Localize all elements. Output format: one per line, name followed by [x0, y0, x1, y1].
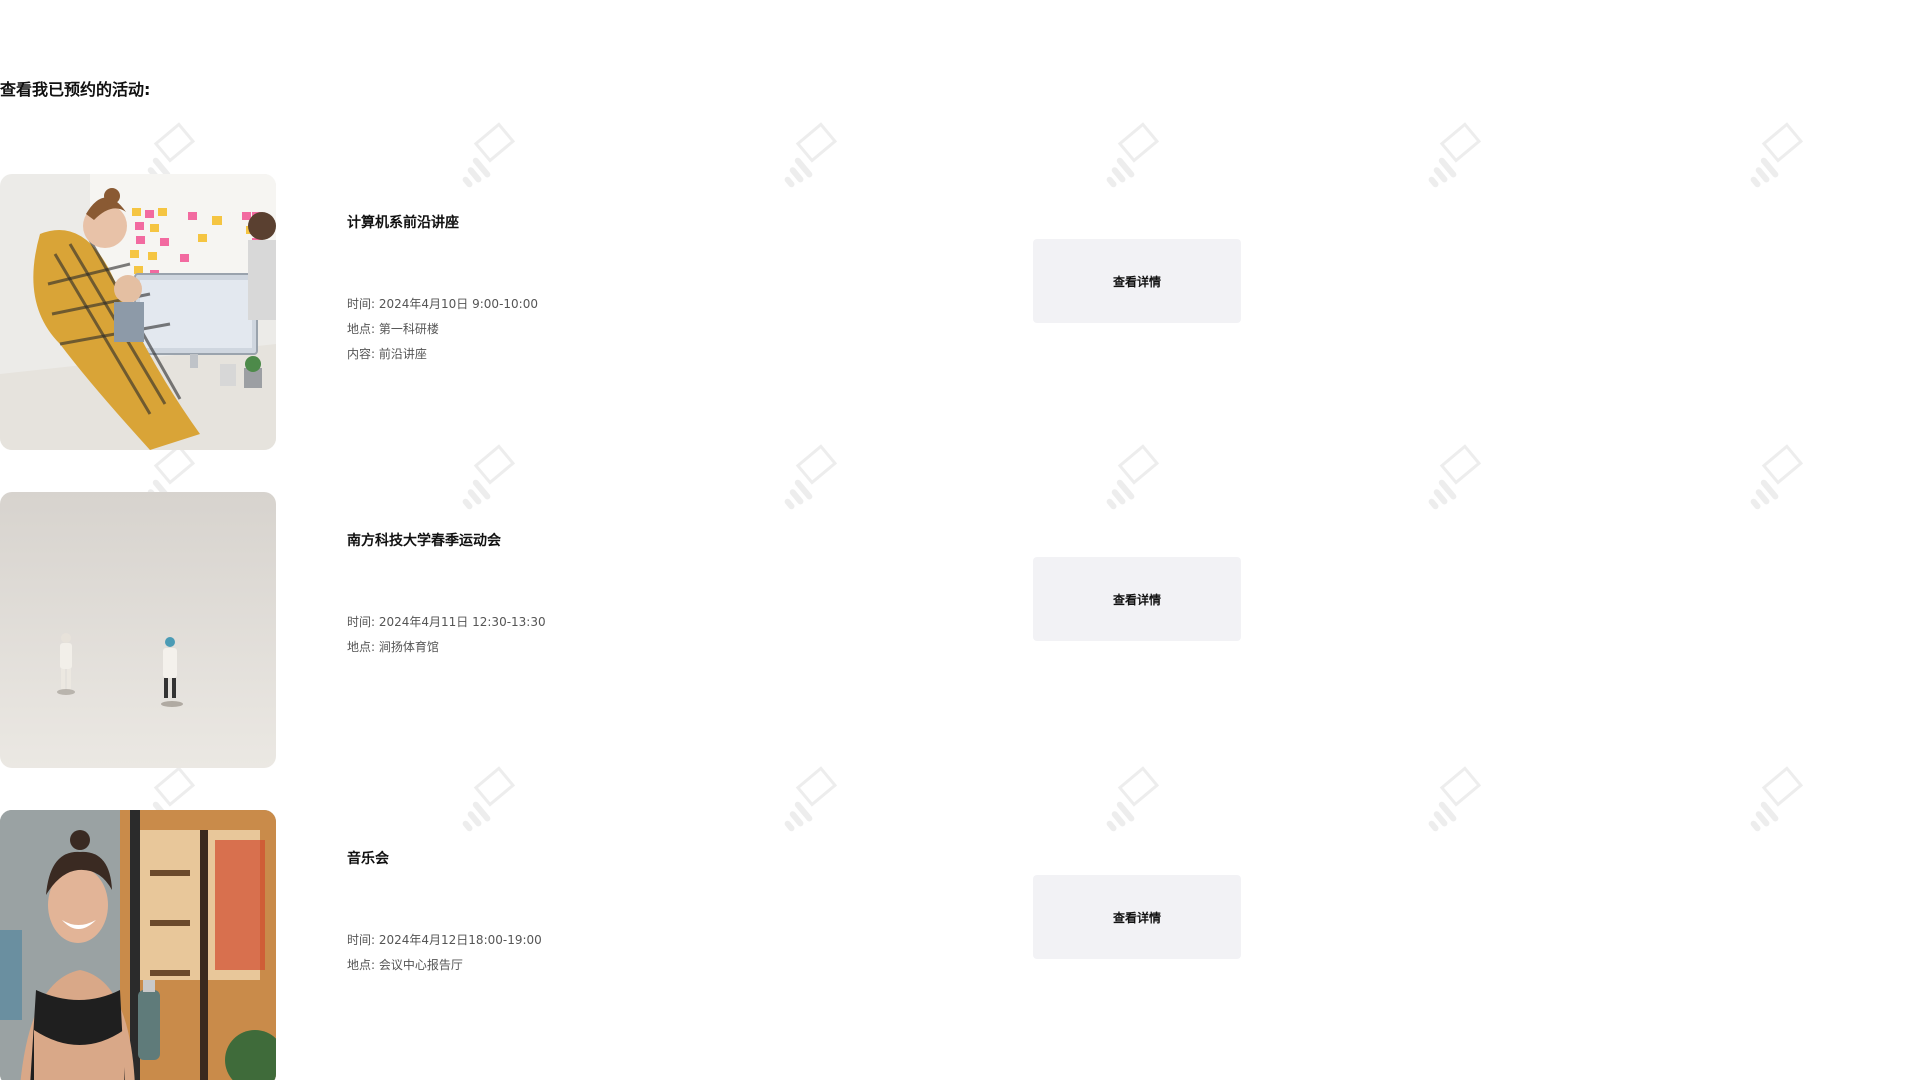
event-image	[0, 492, 276, 768]
event-time: 时间: 2024年4月12日18:00-19:00	[347, 933, 542, 947]
page-title: 查看我已预约的活动:	[0, 80, 151, 99]
page: 查看我已预约的活动: 计算机系前沿讲座 时间: 2024年4月10日 9:00-…	[0, 0, 1920, 1080]
event-content: 内容: 前沿讲座	[347, 347, 427, 361]
event-photo-office	[0, 174, 276, 450]
event-photo-woman	[0, 810, 276, 1080]
view-details-button[interactable]: 查看详情	[1033, 557, 1241, 641]
event-card: 音乐会 时间: 2024年4月12日18:00-19:00 地点: 会议中心报告…	[0, 810, 1300, 1080]
event-location: 地点: 涧扬体育馆	[347, 640, 439, 654]
event-meta: 时间: 2024年4月10日 9:00-10:00 地点: 第一科研楼 内容: …	[347, 292, 538, 367]
event-image	[0, 810, 276, 1080]
event-location: 地点: 第一科研楼	[347, 322, 439, 336]
watermark-mark	[1750, 122, 1804, 188]
event-time: 时间: 2024年4月11日 12:30-13:30	[347, 615, 546, 629]
event-title: 南方科技大学春季运动会	[347, 533, 501, 549]
watermark-mark	[1428, 444, 1482, 510]
event-photo-figurines	[0, 492, 276, 768]
watermark-mark	[1750, 766, 1804, 832]
event-meta: 时间: 2024年4月12日18:00-19:00 地点: 会议中心报告厅	[347, 928, 542, 978]
view-details-button[interactable]: 查看详情	[1033, 875, 1241, 959]
event-meta: 时间: 2024年4月11日 12:30-13:30 地点: 涧扬体育馆	[347, 610, 546, 660]
view-details-button[interactable]: 查看详情	[1033, 239, 1241, 323]
event-image	[0, 174, 276, 450]
event-card: 南方科技大学春季运动会 时间: 2024年4月11日 12:30-13:30 地…	[0, 492, 1300, 768]
event-time: 时间: 2024年4月10日 9:00-10:00	[347, 297, 538, 311]
event-location: 地点: 会议中心报告厅	[347, 958, 463, 972]
watermark-mark	[1428, 122, 1482, 188]
event-title: 音乐会	[347, 851, 389, 867]
event-card: 计算机系前沿讲座 时间: 2024年4月10日 9:00-10:00 地点: 第…	[0, 174, 1300, 450]
event-title: 计算机系前沿讲座	[347, 215, 459, 231]
watermark-mark	[1428, 766, 1482, 832]
watermark-mark	[1750, 444, 1804, 510]
